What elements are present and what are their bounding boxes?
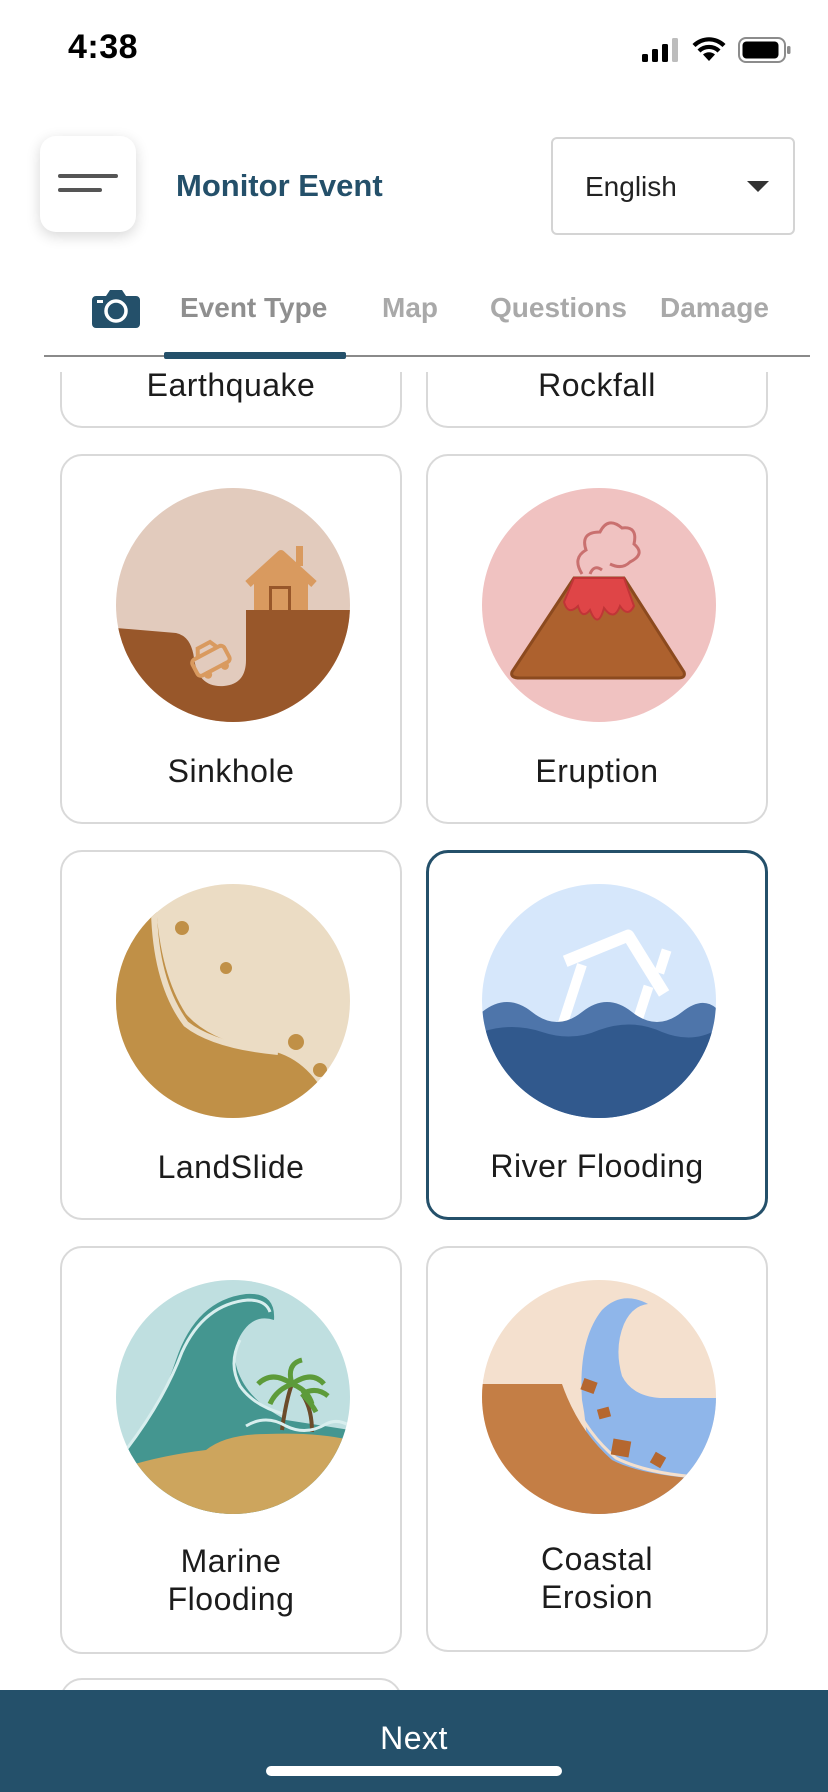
river-flooding-icon	[482, 884, 716, 1118]
coastal-erosion-icon	[482, 1280, 716, 1514]
battery-icon	[738, 37, 791, 63]
next-button-label: Next	[380, 1720, 448, 1756]
event-card-label-line: Erosion	[541, 1579, 653, 1615]
event-card-landslide[interactable]: LandSlide	[60, 850, 402, 1220]
chevron-down-icon	[747, 181, 769, 192]
status-icons	[642, 34, 792, 66]
cellular-signal-icon	[642, 38, 678, 62]
event-card-rockfall[interactable]: Rockfall	[426, 372, 768, 428]
event-card-sinkhole[interactable]: Sinkhole	[60, 454, 402, 824]
language-select[interactable]: English	[551, 137, 795, 235]
menu-button[interactable]	[40, 136, 136, 232]
tab-event-type[interactable]: Event Type	[180, 292, 327, 324]
menu-icon	[58, 174, 118, 178]
event-card-earthquake[interactable]: Earthquake	[60, 372, 402, 428]
event-card-label-line: Marine	[180, 1543, 282, 1579]
event-card-coastal-erosion[interactable]: Coastal Erosion	[426, 1246, 768, 1652]
next-button[interactable]: Next	[0, 1690, 828, 1792]
marine-flooding-icon	[116, 1280, 350, 1514]
event-type-grid[interactable]: Earthquake Rockfall Sinkhole Eruption La…	[0, 372, 828, 1690]
tab-damage[interactable]: Damage	[660, 292, 769, 324]
eruption-icon	[482, 488, 716, 722]
tab-questions[interactable]: Questions	[490, 292, 627, 324]
event-card-label-line: Flooding	[167, 1581, 295, 1617]
tab-bar: Event Type Map Questions Damage	[44, 270, 810, 360]
tab-map[interactable]: Map	[382, 292, 438, 324]
language-select-value: English	[585, 171, 677, 202]
landslide-icon	[116, 884, 350, 1118]
wifi-icon	[692, 37, 726, 61]
event-card-river-flooding[interactable]: River Flooding	[426, 850, 768, 1220]
event-card-label: Earthquake	[146, 372, 316, 403]
camera-icon	[92, 290, 140, 328]
event-card-label: Coastal Erosion	[428, 1540, 766, 1616]
event-card-label: LandSlide	[157, 1149, 305, 1185]
tab-camera[interactable]	[92, 288, 140, 333]
event-card-label: River Flooding	[490, 1148, 704, 1184]
page-title: Monitor Event	[176, 168, 383, 203]
tab-active-indicator	[164, 352, 346, 359]
event-card-label: Eruption	[535, 753, 659, 789]
event-card-partial[interactable]	[60, 1678, 402, 1690]
home-indicator[interactable]	[266, 1766, 562, 1776]
tab-divider	[44, 355, 810, 357]
event-card-label-line: Coastal	[541, 1541, 653, 1577]
event-card-label: Marine Flooding	[62, 1542, 400, 1618]
event-card-eruption[interactable]: Eruption	[426, 454, 768, 824]
event-card-marine-flooding[interactable]: Marine Flooding	[60, 1246, 402, 1654]
sinkhole-icon	[116, 488, 350, 722]
event-card-label: Sinkhole	[167, 753, 295, 789]
status-bar: 4:38	[0, 0, 828, 100]
status-time: 4:38	[68, 28, 139, 66]
event-card-label: Rockfall	[538, 372, 656, 403]
